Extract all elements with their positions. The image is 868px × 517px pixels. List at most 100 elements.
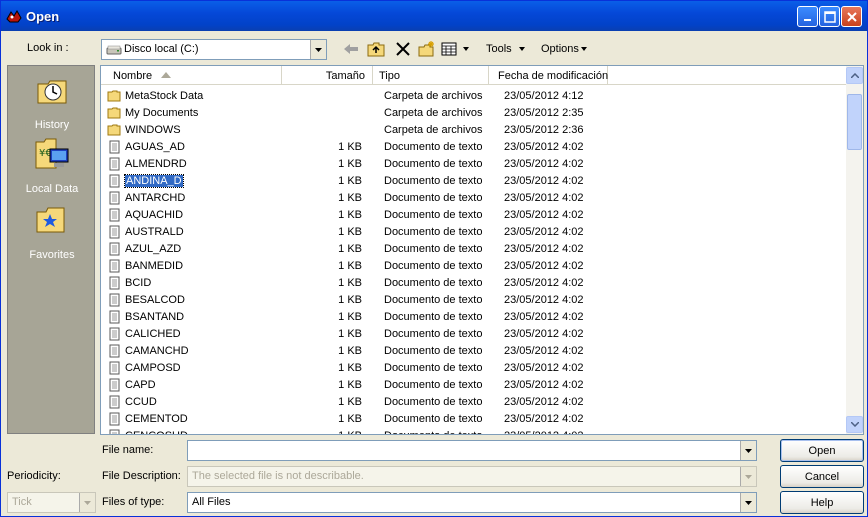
column-type-header[interactable]: Tipo bbox=[373, 66, 489, 85]
file-name-cell: CCUD bbox=[101, 395, 282, 409]
file-name-cell: CAMPOSD bbox=[101, 361, 282, 375]
file-name-cell: ANDINA_D bbox=[101, 173, 282, 188]
file-row[interactable]: AQUACHID 1 KB Documento de texto 23/05/2012… bbox=[101, 206, 847, 223]
file-size: 1 KB bbox=[338, 157, 362, 170]
cancel-button[interactable]: Cancel bbox=[780, 465, 864, 488]
folder-icon bbox=[107, 90, 121, 101]
scroll-up-button[interactable] bbox=[846, 67, 863, 84]
file-size: 1 KB bbox=[338, 361, 362, 374]
filename-dropdown-button[interactable] bbox=[740, 441, 756, 460]
file-row[interactable]: AGUAS_AD 1 KB Documento de texto 23/05/2012… bbox=[101, 138, 847, 155]
file-modified: 23/05/2012 4:02 bbox=[504, 242, 584, 255]
file-name-cell: WINDOWS bbox=[101, 123, 282, 137]
file-type: Documento de texto bbox=[373, 430, 497, 435]
lookin-combo[interactable]: Disco local (C:) bbox=[101, 39, 327, 60]
file-type: Documento de texto bbox=[384, 361, 483, 374]
title-bar[interactable]: Open bbox=[1, 1, 867, 31]
file-list[interactable]: Nombre Tamaño Tipo Fecha de modificación… bbox=[100, 65, 864, 435]
file-row[interactable]: ANTARCHD 1 KB Documento de texto 23/05/2012… bbox=[101, 189, 847, 206]
file-name: ANDINA_D bbox=[124, 173, 184, 188]
file-name: BANMEDID bbox=[125, 259, 184, 272]
file-row[interactable]: My Documents Carpeta de archivos 23/05/201… bbox=[101, 104, 847, 121]
file-size: 1 KB bbox=[338, 293, 362, 306]
app-icon bbox=[6, 10, 22, 23]
delete-icon bbox=[396, 42, 410, 56]
file-row[interactable]: CAMANCHD 1 KB Documento de texto 23/05/2012… bbox=[101, 342, 847, 359]
file-row[interactable]: BESALCOD 1 KB Documento de texto 23/05/2012… bbox=[101, 291, 847, 308]
column-name-header[interactable]: Nombre bbox=[101, 66, 282, 85]
scroll-thumb[interactable] bbox=[847, 94, 862, 150]
file-modified: 23/05/2012 2:36 bbox=[504, 123, 584, 136]
close-button[interactable] bbox=[841, 6, 862, 27]
place-local-data[interactable]: ¥€ Local Data bbox=[8, 136, 96, 195]
file-type: Documento de texto bbox=[384, 157, 483, 170]
text-file-icon bbox=[109, 412, 120, 425]
text-file-icon bbox=[109, 429, 120, 434]
file-modified: 23/05/2012 4:02 bbox=[504, 310, 584, 323]
file-modified: 23/05/2012 4:02 bbox=[504, 140, 584, 153]
minimize-button[interactable] bbox=[797, 6, 818, 27]
column-modified-header[interactable]: Fecha de modificación bbox=[489, 66, 608, 85]
place-favorites[interactable]: Favorites bbox=[8, 202, 96, 261]
vertical-scrollbar[interactable] bbox=[846, 66, 863, 434]
file-row[interactable]: BCID 1 KB Documento de texto 23/05/2012 4:0… bbox=[101, 274, 847, 291]
file-name: WINDOWS bbox=[125, 123, 181, 136]
file-row[interactable]: BSANTAND 1 KB Documento de texto 23/05/2012… bbox=[101, 308, 847, 325]
filetype-combo[interactable]: All Files bbox=[187, 492, 757, 513]
file-row[interactable]: ANDINA_D 1 KB Documento de texto 23/05/2012… bbox=[101, 172, 847, 189]
delete-button[interactable] bbox=[396, 39, 410, 59]
favorites-icon bbox=[36, 207, 65, 233]
help-button[interactable]: Help bbox=[780, 491, 864, 514]
text-file-icon bbox=[109, 259, 120, 272]
place-history[interactable]: History bbox=[8, 72, 96, 131]
scroll-down-button[interactable] bbox=[846, 416, 863, 433]
file-type: Documento de texto bbox=[384, 174, 483, 187]
column-type-label: Tipo bbox=[379, 70, 400, 82]
filetype-dropdown-button[interactable] bbox=[740, 493, 756, 512]
file-size: 1 KB bbox=[338, 276, 362, 289]
open-button[interactable]: Open bbox=[780, 439, 864, 462]
filename-combo[interactable] bbox=[187, 440, 757, 461]
file-size: 1 KB bbox=[338, 259, 362, 272]
file-row[interactable]: CCUD 1 KB Documento de texto 23/05/2012 4:0… bbox=[101, 393, 847, 410]
lookin-dropdown-button[interactable] bbox=[310, 40, 326, 59]
places-bar: History ¥€ Local Data Favorites bbox=[7, 65, 95, 434]
file-row[interactable]: CENCOSUD 1 KBDocumento de texto23/05/2012… bbox=[101, 427, 847, 435]
column-size-header[interactable]: Tamaño bbox=[282, 66, 373, 85]
file-row[interactable]: CEMENTOD 1 KB Documento de texto 23/05/2012… bbox=[101, 410, 847, 427]
description-label: File Description: bbox=[102, 470, 181, 482]
options-menu-label: Options bbox=[541, 43, 579, 55]
drive-icon bbox=[106, 45, 122, 55]
chevron-down-icon bbox=[463, 47, 469, 51]
file-name: CEMENTOD bbox=[125, 412, 188, 425]
back-button[interactable] bbox=[343, 39, 359, 59]
file-row[interactable]: ALMENDRD 1 KB Documento de texto 23/05/2012… bbox=[101, 155, 847, 172]
file-name: AZUL_AZD bbox=[125, 242, 182, 255]
file-type: Documento de texto bbox=[384, 191, 483, 204]
text-file-icon bbox=[109, 378, 120, 391]
file-name: CENCOSUD bbox=[125, 430, 188, 435]
file-name: CAMANCHD bbox=[125, 344, 189, 357]
file-row[interactable]: AUSTRALD 1 KB Documento de texto 23/05/2012… bbox=[101, 223, 847, 240]
file-rows: MetaStock Data Carpeta de archivos 23/05/2… bbox=[101, 87, 847, 435]
file-row[interactable]: CAMPOSD 1 KB Documento de texto 23/05/2012 … bbox=[101, 359, 847, 376]
file-size: 1 KB bbox=[338, 344, 362, 357]
options-menu[interactable]: Options bbox=[541, 39, 588, 59]
file-row[interactable]: CAPD 1 KB Documento de texto 23/05/2012 4:0… bbox=[101, 376, 847, 393]
views-button[interactable] bbox=[441, 39, 471, 59]
file-size: 1 KB bbox=[338, 242, 362, 255]
file-row[interactable]: CALICHED 1 KB Documento de texto 23/05/2012… bbox=[101, 325, 847, 342]
file-size: 1 KB bbox=[338, 191, 362, 204]
file-row[interactable]: WINDOWS Carpeta de archivos 23/05/2012 2:3… bbox=[101, 121, 847, 138]
file-row[interactable]: MetaStock Data Carpeta de archivos 23/05/2… bbox=[101, 87, 847, 104]
maximize-button[interactable] bbox=[819, 6, 840, 27]
tools-menu[interactable]: Tools bbox=[486, 39, 528, 59]
file-name: AUSTRALD bbox=[125, 225, 184, 238]
new-folder-button[interactable] bbox=[418, 39, 436, 59]
file-modified: 23/05/2012 4:02 bbox=[504, 174, 584, 187]
file-row[interactable]: BANMEDID 1 KB Documento de texto 23/05/2012… bbox=[101, 257, 847, 274]
file-row[interactable]: AZUL_AZD 1 KB Documento de texto 23/05/2012… bbox=[101, 240, 847, 257]
file-name-cell: MetaStock Data bbox=[101, 89, 282, 103]
up-folder-button[interactable] bbox=[367, 39, 385, 59]
periodicity-value: Tick bbox=[12, 496, 32, 508]
